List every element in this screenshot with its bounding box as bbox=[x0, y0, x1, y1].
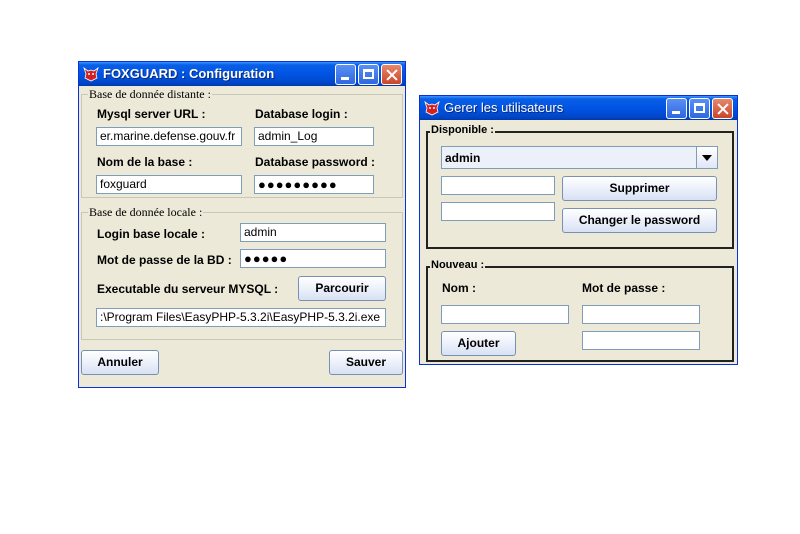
config-window: FOXGUARD : Configuration Base de donnée … bbox=[78, 61, 406, 388]
new-password-label: Mot de passe : bbox=[582, 281, 666, 295]
local-db-legend: Base de donnée locale : bbox=[88, 205, 204, 220]
users-window-title: Gerer les utilisateurs bbox=[444, 100, 564, 115]
remote-db-legend: Base de donnée distante : bbox=[88, 87, 212, 102]
minimize-icon[interactable] bbox=[666, 98, 687, 119]
new-name-field[interactable] bbox=[441, 305, 569, 324]
cancel-button[interactable]: Annuler bbox=[81, 350, 159, 375]
local-password-field[interactable]: ●●●●● bbox=[240, 249, 386, 268]
db-password-field[interactable]: ●●●●●●●●● bbox=[254, 175, 374, 194]
config-titlebar[interactable]: FOXGUARD : Configuration bbox=[79, 62, 405, 86]
db-login-field[interactable]: admin_Log bbox=[254, 127, 374, 146]
close-icon[interactable] bbox=[381, 64, 402, 85]
user-select-value: admin bbox=[445, 151, 481, 165]
db-name-field[interactable]: foxguard bbox=[96, 175, 242, 194]
mysql-exe-label: Executable du serveur MYSQL : bbox=[97, 282, 279, 296]
available-legend: Disponible : bbox=[430, 124, 495, 136]
config-window-title: FOXGUARD : Configuration bbox=[103, 66, 275, 81]
users-window: Gerer les utilisateurs Disponible : admi… bbox=[419, 95, 738, 365]
user-field-2[interactable] bbox=[441, 202, 555, 221]
fox-icon bbox=[83, 66, 99, 82]
local-login-label: Login base locale : bbox=[97, 227, 206, 241]
save-button[interactable]: Sauver bbox=[329, 350, 403, 375]
change-password-button[interactable]: Changer le password bbox=[562, 208, 717, 233]
new-legend: Nouveau : bbox=[430, 259, 486, 271]
mysql-url-field[interactable]: er.marine.defense.gouv.fr bbox=[96, 127, 242, 146]
local-login-field[interactable]: admin bbox=[240, 223, 386, 242]
db-login-label: Database login : bbox=[255, 107, 348, 121]
browse-button[interactable]: Parcourir bbox=[298, 276, 386, 301]
new-name-label: Nom : bbox=[442, 281, 476, 295]
mysql-url-label: Mysql server URL : bbox=[97, 107, 206, 121]
delete-user-button[interactable]: Supprimer bbox=[562, 176, 717, 201]
maximize-icon[interactable] bbox=[689, 98, 710, 119]
mysql-exe-path-field[interactable]: :\Program Files\EasyPHP-5.3.2i\EasyPHP-5… bbox=[96, 308, 386, 327]
new-password-field[interactable] bbox=[582, 305, 700, 324]
add-user-button[interactable]: Ajouter bbox=[441, 331, 516, 356]
users-titlebar[interactable]: Gerer les utilisateurs bbox=[420, 96, 737, 120]
user-select[interactable]: admin bbox=[441, 146, 718, 169]
new-password-confirm-field[interactable] bbox=[582, 331, 700, 350]
db-name-label: Nom de la base : bbox=[97, 155, 193, 169]
minimize-icon[interactable] bbox=[335, 64, 356, 85]
close-icon[interactable] bbox=[712, 98, 733, 119]
db-password-label: Database password : bbox=[255, 155, 376, 169]
chevron-down-icon[interactable] bbox=[696, 147, 717, 168]
local-password-label: Mot de passe de la BD : bbox=[97, 253, 232, 267]
maximize-icon[interactable] bbox=[358, 64, 379, 85]
user-field-1[interactable] bbox=[441, 176, 555, 195]
fox-icon bbox=[424, 100, 440, 116]
